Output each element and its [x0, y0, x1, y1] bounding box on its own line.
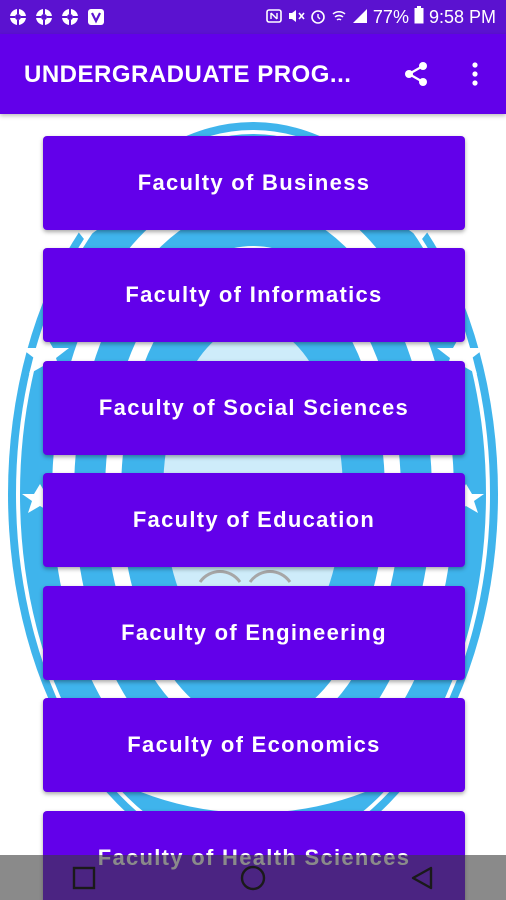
- app-bar: UNDERGRADUATE PROG...: [0, 34, 506, 114]
- faculty-economics-button[interactable]: Faculty of Economics: [43, 698, 465, 792]
- mute-icon: [287, 8, 305, 27]
- home-button[interactable]: [223, 855, 283, 900]
- status-bar: 77% 9:58 PM: [0, 0, 506, 34]
- clock: 9:58 PM: [428, 7, 496, 27]
- notification-icons: [8, 7, 106, 27]
- battery-icon: [414, 6, 424, 29]
- share-icon: [405, 62, 427, 86]
- faculty-education-button[interactable]: Faculty of Education: [43, 473, 465, 567]
- faculty-list: Faculty of Business Faculty of Informati…: [0, 114, 506, 900]
- wifi-icon: [331, 8, 347, 27]
- app-notification-icon: [34, 7, 54, 27]
- signal-icon: [352, 8, 368, 27]
- battery-percent: 77%: [372, 7, 409, 27]
- faculty-informatics-button[interactable]: Faculty of Informatics: [43, 248, 465, 342]
- home-icon: [240, 865, 266, 890]
- share-button[interactable]: [398, 56, 434, 92]
- more-options-button[interactable]: [460, 56, 490, 92]
- page-title: UNDERGRADUATE PROG...: [24, 61, 352, 88]
- nfc-icon: [266, 8, 282, 27]
- alarm-icon: [310, 8, 326, 27]
- more-vert-icon: [472, 62, 478, 86]
- faculty-engineering-button[interactable]: Faculty of Engineering: [43, 586, 465, 680]
- recents-button[interactable]: [54, 855, 114, 900]
- back-button[interactable]: [392, 855, 452, 900]
- faculty-social-sciences-button[interactable]: Faculty of Social Sciences: [43, 361, 465, 455]
- app-notification-icon: [8, 7, 28, 27]
- faculty-business-button[interactable]: Faculty of Business: [43, 136, 465, 230]
- back-icon: [411, 866, 432, 889]
- system-status: 77% 9:58 PM: [266, 6, 496, 29]
- recents-icon: [73, 866, 96, 889]
- system-navigation-bar: [0, 855, 506, 900]
- v-app-icon: [86, 7, 106, 27]
- app-notification-icon: [60, 7, 80, 27]
